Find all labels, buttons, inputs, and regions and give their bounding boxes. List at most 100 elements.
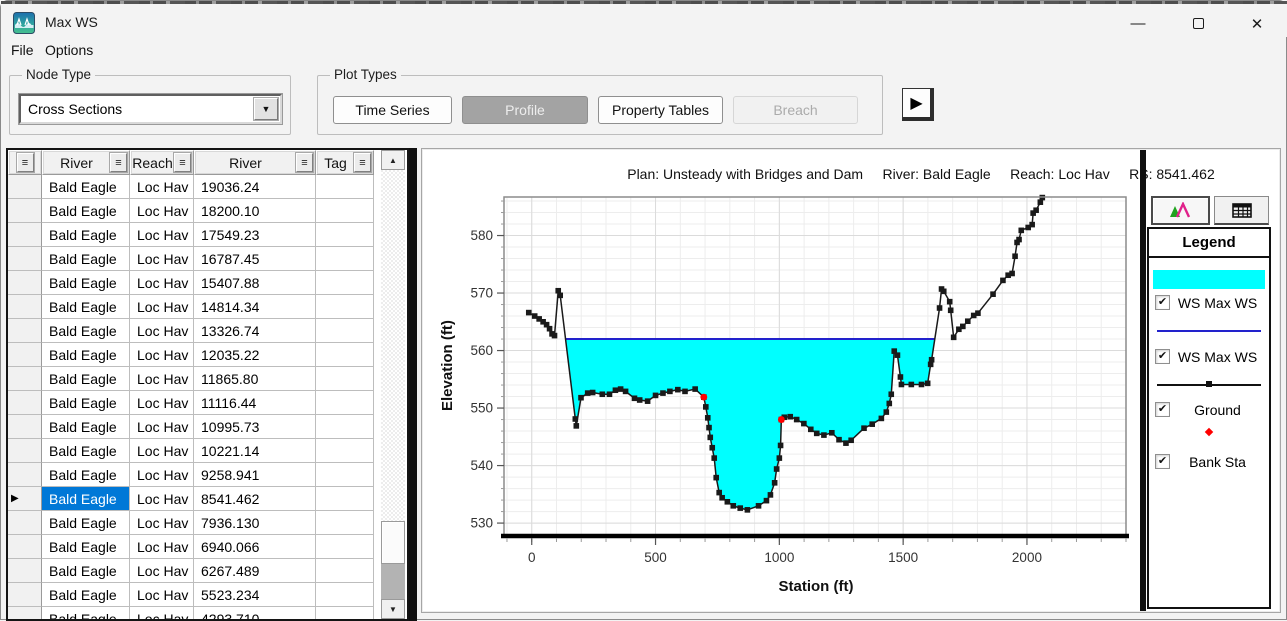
column-sort-icon[interactable]: ≡ — [296, 153, 313, 172]
tag-cell[interactable] — [316, 559, 374, 583]
reach-cell[interactable]: Loc Hav — [130, 271, 194, 295]
river-station-cell[interactable]: 10221.14 — [194, 439, 316, 463]
column-sort-icon[interactable]: ≡ — [17, 153, 34, 172]
row-header[interactable] — [8, 391, 42, 415]
table-row[interactable]: Bald EagleLoc Hav11116.44 — [8, 391, 378, 415]
tag-cell[interactable] — [316, 607, 374, 621]
reach-cell[interactable]: Loc Hav — [130, 607, 194, 621]
scroll-down-icon[interactable]: ▼ — [381, 599, 405, 619]
reach-cell[interactable]: Loc Hav — [130, 247, 194, 271]
row-header[interactable] — [8, 319, 42, 343]
row-header[interactable] — [8, 343, 42, 367]
river-station-cell[interactable]: 12035.22 — [194, 343, 316, 367]
table-row[interactable]: Bald EagleLoc Hav18200.10 — [8, 199, 378, 223]
river-cell[interactable]: Bald Eagle — [42, 295, 130, 319]
reach-cell[interactable]: Loc Hav — [130, 535, 194, 559]
row-header[interactable] — [8, 415, 42, 439]
tag-cell[interactable] — [316, 511, 374, 535]
row-header[interactable] — [8, 607, 42, 621]
river-station-cell[interactable]: 7936.130 — [194, 511, 316, 535]
dropdown-arrow-icon[interactable]: ▼ — [254, 98, 278, 120]
column-header-rowselect[interactable]: ≡ — [8, 150, 42, 175]
river-cell[interactable]: Bald Eagle — [42, 343, 130, 367]
tag-cell[interactable] — [316, 535, 374, 559]
river-cell[interactable]: Bald Eagle — [42, 559, 130, 583]
reach-cell[interactable]: Loc Hav — [130, 223, 194, 247]
table-row[interactable]: Bald EagleLoc Hav12035.22 — [8, 343, 378, 367]
row-header[interactable] — [8, 175, 42, 199]
river-cell[interactable]: Bald Eagle — [42, 175, 130, 199]
bank-sta-checkbox[interactable]: ✔ — [1155, 454, 1170, 469]
river-station-cell[interactable]: 19036.24 — [194, 175, 316, 199]
river-cell[interactable]: Bald Eagle — [42, 271, 130, 295]
river-cell[interactable]: Bald Eagle — [42, 391, 130, 415]
reach-cell[interactable]: Loc Hav — [130, 583, 194, 607]
river-station-cell[interactable]: 8541.462 — [194, 487, 316, 511]
scrollbar-track[interactable] — [381, 170, 405, 521]
river-cell[interactable]: Bald Eagle — [42, 199, 130, 223]
tab-table-view[interactable] — [1214, 196, 1269, 225]
river-station-cell[interactable]: 15407.88 — [194, 271, 316, 295]
scroll-up-icon[interactable]: ▲ — [381, 150, 405, 170]
tag-cell[interactable] — [316, 271, 374, 295]
table-row[interactable]: Bald EagleLoc Hav16787.45 — [8, 247, 378, 271]
table-row[interactable]: Bald EagleLoc Hav15407.88 — [8, 271, 378, 295]
reach-cell[interactable]: Loc Hav — [130, 295, 194, 319]
plot-legend-splitter[interactable] — [1140, 150, 1146, 611]
table-row[interactable]: Bald EagleLoc Hav4293.710 — [8, 607, 378, 621]
row-header[interactable] — [8, 223, 42, 247]
tag-cell[interactable] — [316, 391, 374, 415]
river-station-cell[interactable]: 18200.10 — [194, 199, 316, 223]
table-vertical-scrollbar[interactable]: ▲ ▼ — [381, 150, 405, 619]
river-cell[interactable]: Bald Eagle — [42, 319, 130, 343]
row-header[interactable] — [8, 583, 42, 607]
river-station-cell[interactable]: 6940.066 — [194, 535, 316, 559]
time-series-button[interactable]: Time Series — [333, 96, 452, 124]
table-row[interactable]: ▶Bald EagleLoc Hav8541.462 — [8, 487, 378, 511]
ws-fill-checkbox[interactable]: ✔ — [1155, 295, 1170, 310]
river-station-cell[interactable]: 17549.23 — [194, 223, 316, 247]
reach-cell[interactable]: Loc Hav — [130, 175, 194, 199]
row-header[interactable]: ▶ — [8, 487, 42, 511]
reach-cell[interactable]: Loc Hav — [130, 487, 194, 511]
menu-options[interactable]: Options — [39, 40, 99, 60]
table-row[interactable]: Bald EagleLoc Hav10221.14 — [8, 439, 378, 463]
tag-cell[interactable] — [316, 247, 374, 271]
column-header-river[interactable]: River≡ — [42, 150, 130, 175]
node-type-combobox[interactable]: Cross Sections ▼ — [19, 94, 282, 124]
tab-chart-view[interactable] — [1151, 196, 1210, 225]
river-station-cell[interactable]: 10995.73 — [194, 415, 316, 439]
row-header[interactable] — [8, 199, 42, 223]
profile-button[interactable]: Profile — [462, 96, 588, 124]
column-sort-icon[interactable]: ≡ — [174, 153, 191, 172]
row-header[interactable] — [8, 511, 42, 535]
table-row[interactable]: Bald EagleLoc Hav6940.066 — [8, 535, 378, 559]
reach-cell[interactable]: Loc Hav — [130, 199, 194, 223]
table-chart-splitter[interactable] — [409, 148, 417, 621]
tag-cell[interactable] — [316, 175, 374, 199]
river-cell[interactable]: Bald Eagle — [42, 223, 130, 247]
row-header[interactable] — [8, 295, 42, 319]
tag-cell[interactable] — [316, 415, 374, 439]
river-cell[interactable]: Bald Eagle — [42, 487, 130, 511]
reach-cell[interactable]: Loc Hav — [130, 559, 194, 583]
river-cell[interactable]: Bald Eagle — [42, 463, 130, 487]
column-sort-icon[interactable]: ≡ — [110, 153, 127, 172]
table-row[interactable]: Bald EagleLoc Hav7936.130 — [8, 511, 378, 535]
river-station-cell[interactable]: 11116.44 — [194, 391, 316, 415]
table-row[interactable]: Bald EagleLoc Hav19036.24 — [8, 175, 378, 199]
scrollbar-thumb[interactable] — [381, 521, 405, 564]
minimize-button[interactable]: — — [1115, 7, 1161, 40]
tag-cell[interactable] — [316, 319, 374, 343]
table-row[interactable]: Bald EagleLoc Hav10995.73 — [8, 415, 378, 439]
row-header[interactable] — [8, 559, 42, 583]
reach-cell[interactable]: Loc Hav — [130, 463, 194, 487]
river-station-cell[interactable]: 11865.80 — [194, 367, 316, 391]
river-station-cell[interactable]: 9258.941 — [194, 463, 316, 487]
river-cell[interactable]: Bald Eagle — [42, 607, 130, 621]
river-cell[interactable]: Bald Eagle — [42, 535, 130, 559]
tag-cell[interactable] — [316, 439, 374, 463]
column-header-river[interactable]: River≡ — [194, 150, 316, 175]
row-header[interactable] — [8, 271, 42, 295]
river-cell[interactable]: Bald Eagle — [42, 367, 130, 391]
